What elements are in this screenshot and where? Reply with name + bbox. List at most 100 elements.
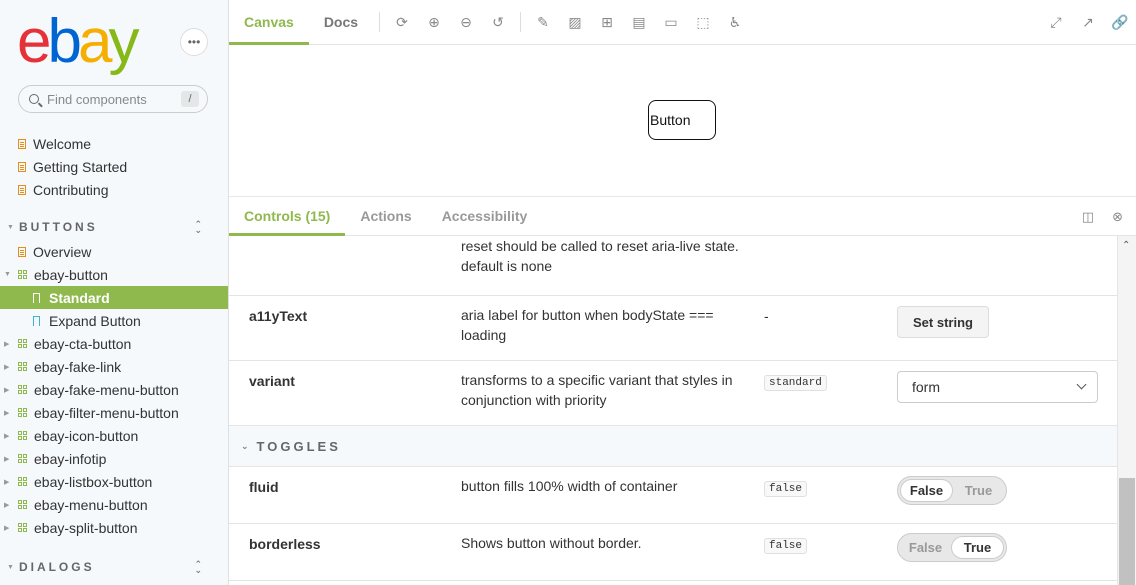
document-icon: [18, 161, 26, 172]
search-field[interactable]: /: [18, 85, 208, 113]
row-description: button fills 100% width of container: [461, 478, 678, 494]
tab-actions[interactable]: Actions: [345, 196, 426, 236]
tab-canvas[interactable]: Canvas: [229, 0, 309, 45]
sidebar-item-ebay-cta-button[interactable]: ▶ ebay-cta-button: [0, 332, 228, 355]
caret-right-icon: ▶: [4, 340, 10, 348]
default-value-code: standard: [764, 375, 827, 391]
borderless-toggle[interactable]: False True: [897, 533, 1007, 562]
sidebar-item-ebay-fake-menu-button[interactable]: ▶ ebay-fake-menu-button: [0, 378, 228, 401]
toggle-false-option[interactable]: False: [900, 536, 951, 559]
set-string-button[interactable]: Set string: [897, 306, 989, 338]
ebay-logo[interactable]: ebay: [17, 11, 139, 73]
sidebar-item-contributing[interactable]: Contributing: [0, 178, 228, 201]
sidebar-item-welcome[interactable]: Welcome: [0, 132, 228, 155]
expand-collapse-icon[interactable]: ⌃ ⌄: [194, 560, 202, 575]
fluid-toggle[interactable]: False True: [897, 476, 1007, 505]
accessibility-icon[interactable]: ♿: [719, 6, 751, 38]
sidebar-item-ebay-fake-link[interactable]: ▶ ebay-fake-link: [0, 355, 228, 378]
component-icon: [18, 477, 27, 486]
sidebar-nav: Welcome Getting Started Contributing ▼ BU…: [0, 132, 228, 580]
toggle-false-option[interactable]: False: [900, 479, 953, 502]
pencil-icon[interactable]: ✎: [527, 6, 559, 38]
scroll-up-icon[interactable]: ⌃: [1122, 240, 1130, 251]
viewport-icon[interactable]: ▤: [623, 6, 655, 38]
row-default: false: [764, 535, 808, 554]
sidebar-item-ebay-split-button[interactable]: ▶ ebay-split-button: [0, 516, 228, 539]
document-icon: [18, 138, 26, 149]
close-icon[interactable]: ⊗: [1112, 209, 1123, 225]
row-description: Shows button without border.: [461, 535, 642, 551]
tab-docs[interactable]: Docs: [309, 0, 373, 45]
sidebar-item-ebay-icon-button[interactable]: ▶ ebay-icon-button: [0, 424, 228, 447]
component-icon: [18, 431, 27, 440]
sidebar-item-ebay-menu-button[interactable]: ▶ ebay-menu-button: [0, 493, 228, 516]
controls-scrollbar[interactable]: ⌃: [1117, 236, 1136, 585]
chevron-down-icon: ⌄: [241, 440, 249, 451]
main-panel: Canvas Docs ⟳ ⊕ ⊖ ↺ ✎ ▨ ⊞ ▤ ▭ ⬚ ♿ ⤢ ↗ 🔗 …: [228, 0, 1136, 585]
addons-panel-tabs: Controls (15) Actions Accessibility ◫ ⊗: [229, 196, 1136, 236]
sidebar-item-ebay-listbox-button[interactable]: ▶ ebay-listbox-button: [0, 470, 228, 493]
toggle-true-option[interactable]: True: [951, 536, 1004, 559]
sidebar-item-expand-button[interactable]: Expand Button: [0, 309, 228, 332]
component-icon: [18, 385, 27, 394]
fullscreen-icon[interactable]: ⤢: [1040, 7, 1072, 39]
search-shortcut-badge: /: [181, 91, 199, 107]
zoom-in-icon[interactable]: ⊕: [418, 6, 450, 38]
caret-down-icon: ▼: [7, 563, 14, 571]
section-dialogs[interactable]: ▼ DIALOGS ⌃ ⌄: [0, 554, 228, 580]
row-control: False True: [897, 476, 1007, 505]
variant-select[interactable]: form: [897, 371, 1098, 403]
row-control: form: [897, 371, 1098, 403]
open-new-tab-icon[interactable]: ↗: [1072, 7, 1104, 39]
row-description: aria label for button when bodyState ===…: [461, 307, 714, 343]
panel-layout-icon[interactable]: ◫: [1082, 209, 1094, 225]
caret-down-icon: ▼: [4, 271, 11, 278]
sidebar-item-ebay-button[interactable]: ▼ ebay-button: [0, 263, 228, 286]
toolbar: Canvas Docs ⟳ ⊕ ⊖ ↺ ✎ ▨ ⊞ ▤ ▭ ⬚ ♿ ⤢ ↗ 🔗: [229, 0, 1136, 45]
row-description: reset should be called to reset aria-liv…: [461, 238, 739, 274]
component-icon: [18, 454, 27, 463]
table-row: a11yText aria label for button when body…: [229, 296, 1118, 361]
zoom-out-icon[interactable]: ⊖: [450, 6, 482, 38]
default-value-code: false: [764, 538, 808, 554]
sidebar-item-getting-started[interactable]: Getting Started: [0, 155, 228, 178]
reload-icon[interactable]: ⟳: [386, 6, 418, 38]
row-default: standard: [764, 372, 827, 391]
toggle-true-option[interactable]: True: [953, 479, 1004, 502]
row-default: false: [764, 478, 808, 497]
row-description: transforms to a specific variant that st…: [461, 372, 733, 408]
tab-controls[interactable]: Controls (15): [229, 196, 346, 236]
zoom-reset-icon[interactable]: ↺: [482, 6, 514, 38]
sidebar-item-ebay-infotip[interactable]: ▶ ebay-infotip: [0, 447, 228, 470]
bookmark-icon: [33, 315, 40, 326]
ellipsis-icon[interactable]: •••: [180, 28, 208, 56]
caret-right-icon: ▶: [4, 501, 10, 509]
toggles-section-header[interactable]: ⌄ TOGGLES: [229, 426, 1118, 467]
link-icon[interactable]: 🔗: [1104, 7, 1136, 39]
scrollbar-thumb[interactable]: [1119, 478, 1135, 585]
caret-right-icon: ▶: [4, 524, 10, 532]
expand-collapse-icon[interactable]: ⌃ ⌄: [194, 220, 202, 235]
row-name: a11yText: [249, 308, 308, 324]
outline-icon[interactable]: ⬚: [687, 6, 719, 38]
preview-button[interactable]: Button: [648, 100, 716, 140]
component-icon: [18, 500, 27, 509]
search-input[interactable]: [47, 91, 177, 107]
caret-right-icon: ▶: [4, 432, 10, 440]
panel-icons: ◫ ⊗: [1082, 209, 1123, 225]
toolbar-divider: [379, 12, 381, 32]
grid-icon[interactable]: ⊞: [591, 6, 623, 38]
sidebar-item-ebay-filter-menu-button[interactable]: ▶ ebay-filter-menu-button: [0, 401, 228, 424]
caret-right-icon: ▶: [4, 478, 10, 486]
sidebar-item-standard[interactable]: Standard: [0, 286, 228, 309]
ruler-icon[interactable]: ▭: [655, 6, 687, 38]
tab-accessibility[interactable]: Accessibility: [427, 196, 543, 236]
caret-right-icon: ▶: [4, 455, 10, 463]
section-buttons[interactable]: ▼ BUTTONS ⌃ ⌄: [0, 214, 228, 240]
chevron-down-icon: [1076, 379, 1087, 390]
document-icon: [18, 184, 26, 195]
sidebar-item-overview[interactable]: Overview: [0, 240, 228, 263]
sidebar: ebay ••• / Welcome Getting Started Contr…: [0, 0, 228, 585]
component-icon: [18, 362, 27, 371]
image-icon[interactable]: ▨: [559, 6, 591, 38]
